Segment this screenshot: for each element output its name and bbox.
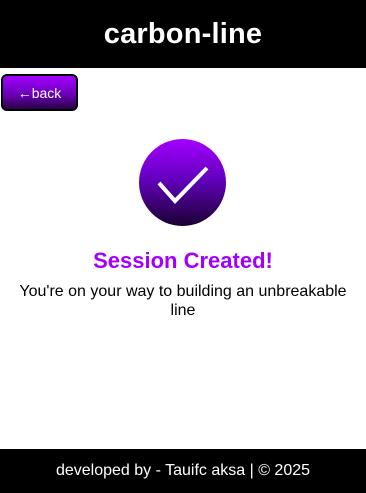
status-title: Session Created!: [93, 248, 273, 273]
back-button[interactable]: ←back: [1, 74, 78, 111]
app-title: carbon-line: [103, 17, 263, 50]
footer-credit: developed by - Tauifc aksa | © 2025: [55, 462, 311, 479]
status-message: You're on your way to building an unbrea…: [19, 283, 347, 319]
app-footer: developed by - Tauifc aksa | © 2025: [0, 449, 366, 493]
checkmark-icon: [157, 166, 209, 204]
app-header: carbon-line: [0, 0, 366, 68]
success-badge: [139, 139, 226, 226]
